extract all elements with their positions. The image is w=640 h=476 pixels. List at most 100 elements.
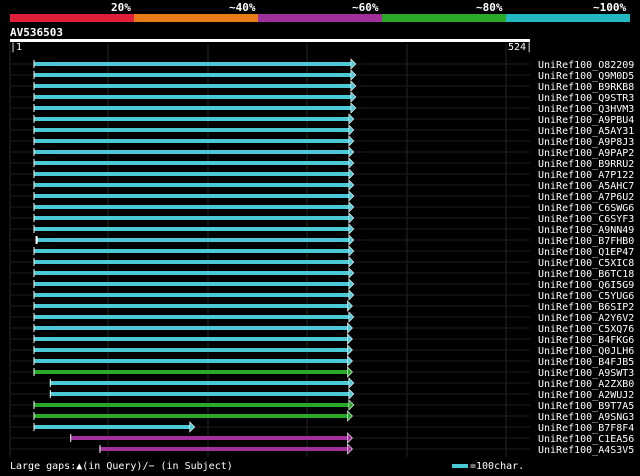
hit-bar[interactable] — [34, 326, 348, 330]
hit-name-link[interactable]: UniRef100_A2ZXB0 — [538, 379, 634, 390]
hit-bar[interactable] — [34, 128, 349, 132]
hit-end-arrow — [348, 388, 355, 400]
hit-bar[interactable] — [34, 249, 349, 253]
hit-name-link[interactable]: UniRef100_A4S3V5 — [538, 445, 634, 456]
hit-name-link[interactable]: UniRef100_Q9M0D5 — [538, 71, 634, 82]
hit-name-link[interactable]: UniRef100_Q0JLH6 — [538, 346, 634, 357]
hit-bar[interactable] — [34, 106, 351, 110]
hit-bar[interactable] — [34, 172, 349, 176]
hit-bar[interactable] — [34, 282, 349, 286]
hit-bar[interactable] — [34, 84, 351, 88]
hit-bar[interactable] — [34, 260, 349, 264]
hit-name-link[interactable]: UniRef100_B4FKG6 — [538, 335, 634, 346]
hit-bar[interactable] — [50, 392, 349, 396]
hit-end-arrow — [348, 212, 355, 224]
hit-bar[interactable] — [34, 161, 349, 165]
hit-end-arrow — [350, 102, 357, 114]
hit-name-link[interactable]: UniRef100_B6SIP2 — [538, 302, 634, 313]
hit-end-arrow — [350, 58, 357, 70]
scale-swatch — [452, 464, 468, 468]
hit-bar[interactable] — [34, 205, 349, 209]
hit-bar[interactable] — [34, 194, 349, 198]
hit-end-arrow — [348, 135, 355, 147]
hit-end-arrow — [350, 80, 357, 92]
hit-name-link[interactable]: UniRef100_Q1EP47 — [538, 247, 634, 258]
scale-legend: =100char. — [452, 461, 524, 472]
hit-name-link[interactable]: UniRef100_A9PBU4 — [538, 115, 634, 126]
hit-end-arrow — [348, 124, 355, 136]
hit-end-arrow — [347, 344, 353, 356]
hit-bar[interactable] — [34, 227, 349, 231]
hit-name-link[interactable]: UniRef100_Q9STR3 — [538, 93, 634, 104]
hit-name-link[interactable]: UniRef100_A9SNG3 — [538, 412, 634, 423]
hit-bar[interactable] — [34, 183, 349, 187]
hit-bar[interactable] — [36, 238, 349, 242]
hit-name-link[interactable]: UniRef100_B4FJB5 — [538, 357, 634, 368]
hit-bar[interactable] — [34, 370, 348, 374]
hit-end-arrow — [350, 91, 357, 103]
hit-end-arrow — [347, 322, 353, 334]
hit-bar[interactable] — [34, 117, 349, 121]
gaps-legend: Large gaps:▲(in Query)/− (in Subject) — [10, 461, 233, 472]
hit-end-arrow — [348, 245, 355, 257]
hit-bar[interactable] — [34, 293, 349, 297]
hit-end-arrow — [348, 377, 355, 389]
hit-name-link[interactable]: UniRef100_A9NN49 — [538, 225, 634, 236]
hit-end-arrow — [348, 157, 355, 169]
hit-name-link[interactable]: UniRef100_B9RKB8 — [538, 82, 634, 93]
hit-name-link[interactable]: UniRef100_O82209 — [538, 60, 634, 71]
hit-end-arrow — [347, 333, 353, 345]
hit-end-arrow — [348, 267, 355, 279]
hit-name-link[interactable]: UniRef100_C5XIC8 — [538, 258, 634, 269]
hit-name-link[interactable]: UniRef100_A9PAP2 — [538, 148, 634, 159]
hit-name-link[interactable]: UniRef100_Q3HVM3 — [538, 104, 634, 115]
hit-name-link[interactable]: UniRef100_A5AY31 — [538, 126, 634, 137]
hit-end-arrow — [347, 355, 353, 367]
hit-bar[interactable] — [34, 150, 349, 154]
hit-bar[interactable] — [34, 348, 348, 352]
hit-name-link[interactable]: UniRef100_B7F8F4 — [538, 423, 634, 434]
hit-name-link[interactable]: UniRef100_A9SWT3 — [538, 368, 634, 379]
hit-bar[interactable] — [34, 139, 349, 143]
hit-end-arrow — [189, 421, 196, 433]
hit-bar[interactable] — [34, 403, 349, 407]
hit-bar[interactable] — [34, 216, 349, 220]
hit-bar[interactable] — [34, 95, 351, 99]
hit-bar[interactable] — [34, 271, 349, 275]
hit-name-link[interactable]: UniRef100_A7P122 — [538, 170, 634, 181]
hit-bar[interactable] — [50, 381, 349, 385]
hit-end-arrow — [347, 410, 353, 422]
hit-name-link[interactable]: UniRef100_C5XQ76 — [538, 324, 634, 335]
hit-name-link[interactable]: UniRef100_C1EA56 — [538, 434, 634, 445]
alignment-plot: UniRef100_O82209UniRef100_Q9M0D5UniRef10… — [9, 44, 634, 457]
hit-end-arrow — [350, 69, 357, 81]
hit-bar[interactable] — [99, 447, 348, 451]
hit-bar[interactable] — [34, 425, 190, 429]
hit-bar[interactable] — [34, 337, 348, 341]
hit-end-arrow — [348, 278, 355, 290]
hit-bar[interactable] — [34, 359, 348, 363]
hit-name-link[interactable]: UniRef100_B6TC18 — [538, 269, 634, 280]
hit-name-link[interactable]: UniRef100_A2WUJ2 — [538, 390, 634, 401]
hit-name-link[interactable]: UniRef100_C6SYF3 — [538, 214, 634, 225]
hit-bar[interactable] — [70, 436, 348, 440]
hit-end-arrow — [348, 190, 355, 202]
hit-bar[interactable] — [34, 73, 351, 77]
hit-bar[interactable] — [34, 62, 351, 66]
hit-bar[interactable] — [34, 304, 348, 308]
hit-name-link[interactable]: UniRef100_A7P6U2 — [538, 192, 634, 203]
hit-name-link[interactable]: UniRef100_B9T7A5 — [538, 401, 634, 412]
hit-bar[interactable] — [34, 414, 348, 418]
hit-name-link[interactable]: UniRef100_C6SWG6 — [538, 203, 634, 214]
hit-name-link[interactable]: UniRef100_Q6I5G9 — [538, 280, 634, 291]
hit-name-link[interactable]: UniRef100_C5YUG6 — [538, 291, 634, 302]
hit-name-link[interactable]: UniRef100_A9P8J3 — [538, 137, 634, 148]
hit-name-link[interactable]: UniRef100_A2Y6V2 — [538, 313, 634, 324]
hit-name-link[interactable]: UniRef100_A5AHC7 — [538, 181, 634, 192]
hit-name-link[interactable]: UniRef100_B9RRU2 — [538, 159, 634, 170]
hit-bar[interactable] — [34, 315, 349, 319]
hit-end-arrow — [347, 432, 353, 444]
hit-end-arrow — [348, 399, 355, 411]
hit-name-link[interactable]: UniRef100_B7FHB0 — [538, 236, 634, 247]
hit-end-arrow — [347, 300, 353, 312]
